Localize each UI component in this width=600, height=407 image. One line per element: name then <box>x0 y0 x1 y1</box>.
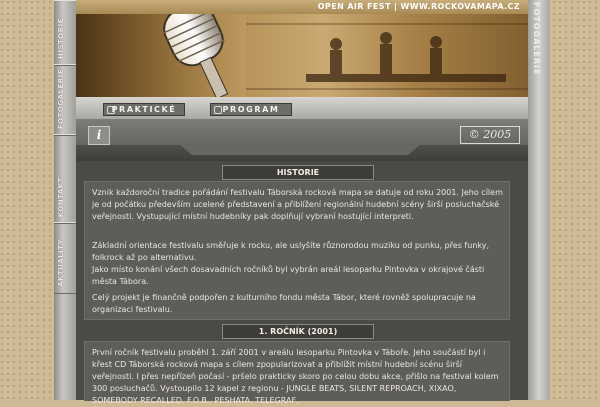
band-silhouette-image <box>246 14 528 97</box>
program-button[interactable]: PROGRAM <box>210 103 292 116</box>
side-navigation: HISTORIE FOTOGALERIE KONTAKT AKTUALITY <box>54 0 76 400</box>
banner-topbar: OPEN AIR FEST | WWW.ROCKOVAMAPA.CZ <box>76 0 528 14</box>
header-banner: OPEN AIR FEST | WWW.ROCKOVAMAPA.CZ <box>76 0 528 97</box>
site-slogan: OPEN AIR FEST | WWW.ROCKOVAMAPA.CZ <box>317 2 520 11</box>
side-tab-kontakt[interactable]: KONTAKT <box>54 134 76 224</box>
prakticke-button[interactable]: PRAKTICKÉ <box>103 103 185 116</box>
history-paragraph: Základní orientace festivalu směřuje k r… <box>92 241 490 262</box>
history-paragraph: Vznik každoroční tradice pořádání festiv… <box>92 188 503 221</box>
bevel-notch <box>180 145 420 155</box>
side-tab-aktuality[interactable]: AKTUALITY <box>54 222 76 294</box>
prakticke-label: PRAKTICKÉ <box>111 105 177 114</box>
info-icon[interactable]: i <box>88 126 110 145</box>
section-heading-historie: HISTORIE <box>222 165 374 180</box>
history-paragraph: Celý projekt je finančně podpořen z kult… <box>92 293 476 314</box>
side-tab-historie[interactable]: HISTORIE <box>54 0 76 66</box>
side-tab-fotogalerie[interactable]: FOTOGALERIE <box>54 64 76 136</box>
first-year-paragraph: První ročník festivalu proběhl 1. září 2… <box>92 348 499 405</box>
program-label: PROGRAM <box>222 105 280 114</box>
copyright-badge: © 2005 <box>460 126 520 144</box>
side-tab-label: HISTORIE <box>57 17 65 59</box>
history-paragraph: Jako místo konání všech dosavadních ročn… <box>92 265 485 286</box>
right-rail: FOTOGALERIE <box>528 0 550 400</box>
right-rail-label: FOTOGALERIE <box>532 2 541 76</box>
microphone-icon <box>163 2 229 97</box>
side-tab-label: KONTAKT <box>57 176 65 217</box>
side-tab-label: AKTUALITY <box>57 239 65 287</box>
side-tab-label: FOTOGALERIE <box>57 68 65 129</box>
section-heading-rocnik-2001: 1. ROČNÍK (2001) <box>222 324 374 339</box>
